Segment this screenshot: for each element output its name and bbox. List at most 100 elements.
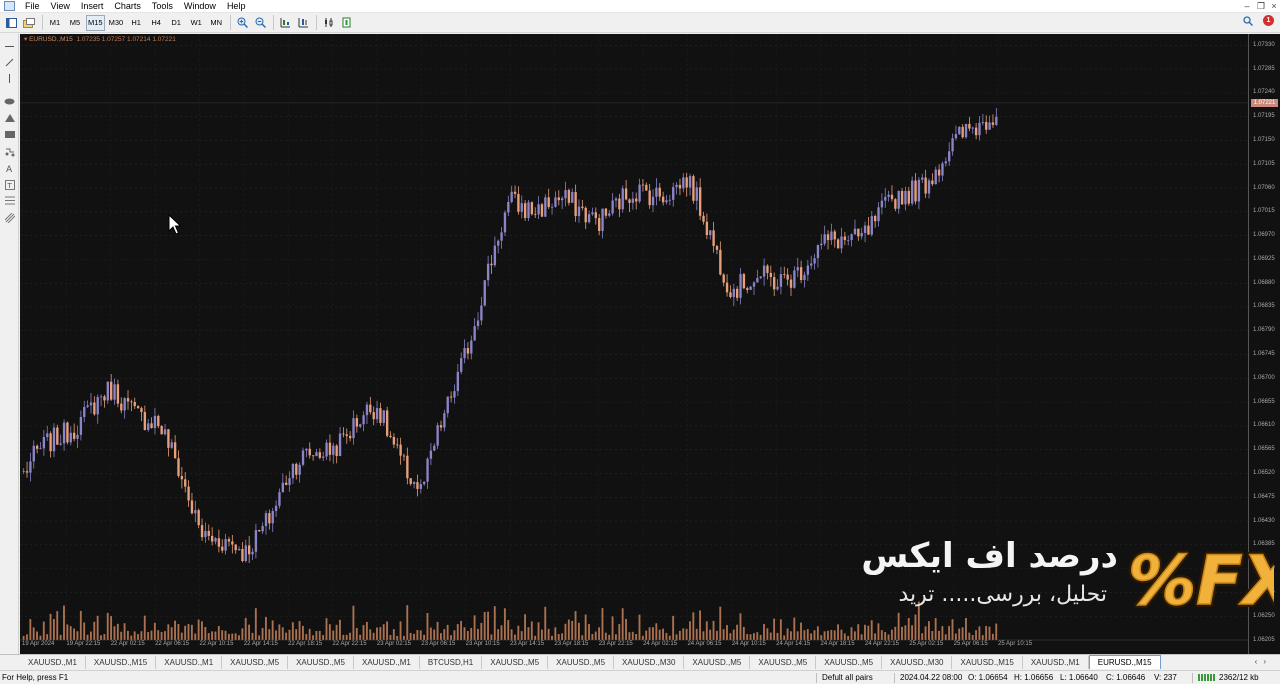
volume-bar [201,621,203,640]
candle-body [359,424,362,427]
menu-file[interactable]: File [20,0,46,13]
arrows-icon[interactable] [3,145,16,158]
timeframe-m1[interactable]: M1 [46,15,64,31]
trendline-icon[interactable] [3,56,16,69]
toolbar-right: 1 [1243,15,1274,26]
templates-icon[interactable] [338,15,354,31]
minimize-icon[interactable]: – [1240,0,1254,13]
chart-tab[interactable]: XAUUSD.,M5 [222,656,289,669]
volume-bar [641,635,644,640]
candle-body [449,396,453,398]
volume-bar [965,617,967,640]
menu-insert[interactable]: Insert [76,0,110,13]
chart-tab[interactable]: XAUUSD.,M5 [482,656,549,669]
ellipse-icon[interactable] [3,95,16,108]
rectangle-icon[interactable] [3,128,16,141]
close-icon[interactable]: × [1267,0,1280,13]
chart-tab[interactable]: XAUUSD.,M5 [684,656,751,669]
candle-body [890,194,894,200]
crosshair-icon[interactable] [3,40,16,53]
chart-tab[interactable]: XAUUSD.,M5 [750,656,817,669]
candle-body [140,408,143,413]
volume-bar [628,632,631,640]
chart-tab[interactable]: XAUUSD.,M15 [952,656,1023,669]
candle-body [369,404,372,413]
chart-tab-active[interactable]: EURUSD.,M15 [1088,655,1161,669]
volume-bar [251,632,254,640]
chart-tab[interactable]: XAUUSD.,M1 [20,656,86,669]
chart-tab[interactable]: XAUUSD.,M1 [354,656,420,669]
timeframe-m5[interactable]: M5 [66,15,84,31]
candle-body [66,422,69,443]
volume-bar [298,621,301,640]
fibonacci-icon[interactable] [3,194,16,207]
candle-body [130,401,133,403]
chart-tab[interactable]: XAUUSD.,M15 [86,656,157,669]
timeframe-d1[interactable]: D1 [167,15,185,31]
restore-icon[interactable]: ❐ [1254,0,1268,13]
tab-scroll-arrows[interactable]: ‹› [1255,657,1272,666]
candle-body [756,278,759,283]
profiles-icon[interactable] [21,15,37,31]
alerts-badge[interactable]: 1 [1263,15,1274,26]
zoom-out-icon[interactable] [252,15,268,31]
autoscroll-icon[interactable] [295,15,311,31]
toolbar-separator [42,15,43,30]
triangle-icon[interactable] [3,111,16,124]
candle-body [466,348,470,354]
candle-body [860,232,863,237]
chart-tab[interactable]: XAUUSD.,M1 [156,656,223,669]
x-tick-label: 25 Apr 02:15 [909,641,944,647]
search-icon[interactable] [1243,15,1253,26]
new-chart-icon[interactable] [3,15,19,31]
text-label-icon[interactable]: T [3,178,16,191]
vertical-line-icon[interactable] [3,72,16,85]
volume-bar [190,624,193,640]
chart-tab[interactable]: XAUUSD.,M5 [816,656,883,669]
menu-help[interactable]: Help [222,0,252,13]
candle-body [261,526,264,532]
volume-bar [796,631,799,640]
timeframe-h4[interactable]: H4 [147,15,165,31]
timeframe-w1[interactable]: W1 [187,15,205,31]
status-profile[interactable]: Defult all pairs [822,671,873,684]
menu-view[interactable]: View [46,0,76,13]
candle-body [698,187,702,216]
x-tick-label: 24 Apr 18:15 [820,641,855,647]
timeframe-m15[interactable]: M15 [86,14,105,31]
candle-body [204,530,207,538]
candle-body [325,442,328,457]
chart-tab[interactable]: XAUUSD.,M30 [614,656,685,669]
timeframe-m30[interactable]: M30 [107,15,126,31]
menu-window[interactable]: Window [179,0,222,13]
menu-charts[interactable]: Charts [109,0,147,13]
timeframe-h1[interactable]: H1 [127,15,145,31]
y-tick-label: 1.06655 [1253,398,1275,405]
status-separator [816,673,817,683]
zoom-in-icon[interactable] [234,15,250,31]
volume-bar [59,634,62,640]
chart-tab[interactable]: XAUUSD.,M5 [288,656,354,669]
chart-tab[interactable]: BTCUSD,H1 [420,656,483,669]
chart-tab[interactable]: XAUUSD.,M1 [1023,656,1089,669]
candle-body [315,452,318,457]
chart-shift-icon[interactable] [277,15,293,31]
menu-tools[interactable]: Tools [147,0,179,13]
candle-body [974,127,978,136]
volume-bar [399,621,402,640]
chart-tab[interactable]: XAUUSD.,M5 [548,656,615,669]
volume-bar [268,629,271,640]
chart-tab[interactable]: XAUUSD.,M30 [882,656,953,669]
indicators-icon[interactable] [320,15,336,31]
candle-body [931,180,934,185]
channel-icon[interactable] [3,211,16,224]
timeframe-mn[interactable]: MN [207,15,225,31]
volume-bar [174,620,176,640]
candle-body [678,184,682,189]
candle-body [958,126,961,135]
candle-body [877,207,880,222]
text-icon[interactable]: A [3,162,16,175]
candle-body [796,267,799,271]
volume-bar [658,629,661,640]
volume-bar [695,628,698,640]
